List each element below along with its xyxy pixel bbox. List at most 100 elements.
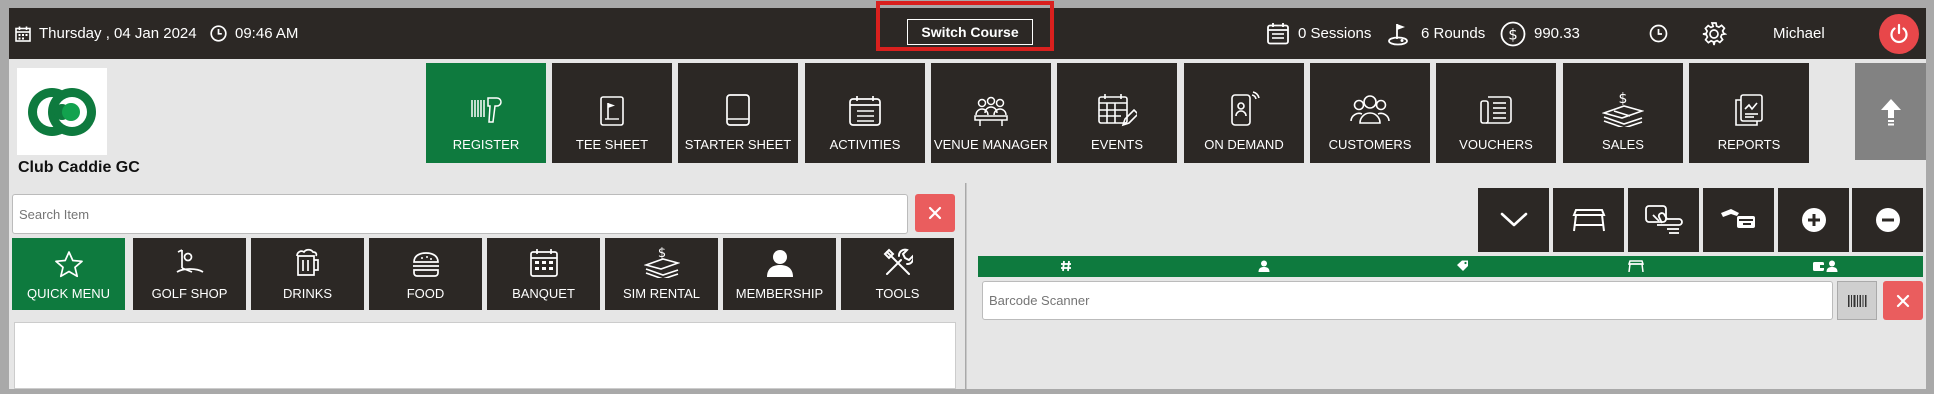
- calendar-grid-icon: [529, 249, 558, 277]
- category-quick-menu[interactable]: QUICK MENU: [12, 238, 125, 310]
- people-table-icon: [974, 96, 1008, 126]
- hand-card-icon: [1644, 205, 1683, 234]
- category-drinks[interactable]: DRINKS: [251, 238, 364, 310]
- nav-venue-manager[interactable]: VENUE MANAGER: [931, 63, 1051, 163]
- nav-customers[interactable]: CUSTOMERS: [1310, 63, 1430, 163]
- nav-label: VOUCHERS: [1459, 137, 1533, 152]
- date-display: Thursday , 04 Jan 2024: [15, 8, 197, 59]
- minus-circle-icon: [1875, 208, 1900, 232]
- ticket-column-header: [978, 256, 1923, 277]
- nav-register[interactable]: REGISTER: [426, 63, 546, 163]
- panel-divider[interactable]: [966, 183, 975, 389]
- power-icon: [1890, 23, 1908, 44]
- barcode-scan-button[interactable]: [1837, 281, 1877, 320]
- sessions-text: 0 Sessions: [1298, 25, 1372, 42]
- nav-on-demand[interactable]: ON DEMAND: [1184, 63, 1304, 163]
- clear-search-button[interactable]: [915, 194, 955, 232]
- close-icon: [1896, 294, 1910, 307]
- split-check-button[interactable]: [1628, 188, 1699, 252]
- calendar-list-icon: [1267, 22, 1289, 44]
- logo-icon: [28, 87, 96, 136]
- arrow-up-icon: [1880, 98, 1901, 125]
- nav-label: ON DEMAND: [1204, 137, 1284, 152]
- money-stack-icon: $: [1602, 91, 1644, 127]
- nav-vouchers[interactable]: VOUCHERS: [1436, 63, 1556, 163]
- golf-cart-icon: [1572, 209, 1605, 232]
- balance-display[interactable]: $ 990.33: [1500, 8, 1580, 59]
- nav-reports[interactable]: REPORTS: [1689, 63, 1809, 163]
- nav-starter-sheet[interactable]: STARTER SHEET: [678, 63, 798, 163]
- tools-icon: [883, 248, 913, 275]
- collapse-button[interactable]: [1478, 188, 1549, 252]
- category-label: GOLF SHOP: [151, 286, 228, 301]
- svg-text:$: $: [1619, 91, 1628, 107]
- remove-button[interactable]: [1852, 188, 1923, 252]
- nav-label: REPORTS: [1717, 137, 1781, 152]
- payment-button[interactable]: [1703, 188, 1774, 252]
- nav-tee-sheet[interactable]: TEE SHEET: [552, 63, 672, 163]
- gear-icon: [1702, 21, 1727, 45]
- tag-icon: [1457, 260, 1468, 271]
- voucher-icon: [1480, 96, 1512, 124]
- burger-icon: [412, 252, 439, 277]
- time-display: 09:46 AM: [210, 8, 298, 59]
- nav-label: EVENTS: [1090, 137, 1143, 152]
- nav-label: REGISTER: [452, 137, 520, 152]
- tee-sheet-icon: [600, 96, 624, 126]
- nav-label: ACTIVITIES: [829, 137, 901, 152]
- nav-events[interactable]: EVENTS: [1057, 63, 1177, 163]
- search-input[interactable]: [12, 194, 908, 234]
- nav-sales[interactable]: $ SALES: [1563, 63, 1683, 163]
- chevron-down-icon: [1500, 212, 1527, 227]
- report-icon: [1735, 94, 1763, 126]
- items-grid: [14, 322, 956, 389]
- clock-icon: [1649, 24, 1668, 43]
- balance-text: 990.33: [1534, 25, 1580, 42]
- calendar-icon: [15, 26, 31, 42]
- scroll-up-button[interactable]: [1855, 63, 1926, 160]
- clear-barcode-button[interactable]: [1883, 281, 1923, 320]
- category-label: FOOD: [406, 286, 445, 301]
- rounds-display[interactable]: 6 Rounds: [1387, 8, 1485, 59]
- category-banquet[interactable]: BANQUET: [487, 238, 600, 310]
- nav-label: VENUE MANAGER: [933, 137, 1049, 152]
- nav-label: STARTER SHEET: [684, 137, 792, 152]
- rounds-text: 6 Rounds: [1421, 25, 1486, 42]
- hash-icon: [1061, 260, 1071, 272]
- calendar-edit-icon: [1098, 94, 1137, 127]
- category-food[interactable]: FOOD: [369, 238, 482, 310]
- barcode-scanner-icon: [471, 97, 502, 123]
- category-membership[interactable]: MEMBERSHIP: [723, 238, 836, 310]
- users-icon: [1350, 95, 1390, 124]
- nav-label: SALES: [1602, 137, 1644, 152]
- category-label: SIM RENTAL: [622, 286, 701, 301]
- golf-flag-icon: [1388, 23, 1408, 45]
- nav-activities[interactable]: ACTIVITIES: [805, 63, 925, 163]
- sessions-display[interactable]: 0 Sessions: [1266, 8, 1371, 59]
- ticket-panel: [975, 183, 1926, 389]
- category-label: DRINKS: [282, 286, 333, 301]
- nav-header: Club Caddie GC REGISTER TEE SHEET STARTE…: [9, 59, 1926, 183]
- category-golf-shop[interactable]: GOLF SHOP: [133, 238, 246, 310]
- person-icon: [766, 250, 793, 277]
- time-text: 09:46 AM: [235, 25, 299, 42]
- club-name: Club Caddie GC: [18, 159, 140, 176]
- svg-text:$: $: [1508, 25, 1518, 43]
- settings-button[interactable]: [1701, 8, 1735, 59]
- switch-course-button[interactable]: Switch Course: [907, 19, 1033, 45]
- category-tools[interactable]: TOOLS: [841, 238, 954, 310]
- logout-button[interactable]: [1879, 14, 1919, 54]
- category-sim-rental[interactable]: $ SIM RENTAL: [605, 238, 718, 310]
- phone-person-icon: [1231, 91, 1260, 126]
- table-button[interactable]: [1553, 188, 1624, 252]
- user-name-text: Michael: [1773, 25, 1825, 42]
- barcode-input[interactable]: [982, 281, 1833, 320]
- card-payment-icon: [1720, 209, 1755, 228]
- category-label: MEMBERSHIP: [735, 286, 824, 301]
- calendar-list-icon: [849, 96, 881, 126]
- history-button[interactable]: [1649, 8, 1676, 59]
- dollar-circle-icon: $: [1500, 21, 1526, 46]
- user-name[interactable]: Michael: [1773, 8, 1825, 59]
- wallet-person-icon: [1813, 260, 1838, 272]
- add-button[interactable]: [1778, 188, 1849, 252]
